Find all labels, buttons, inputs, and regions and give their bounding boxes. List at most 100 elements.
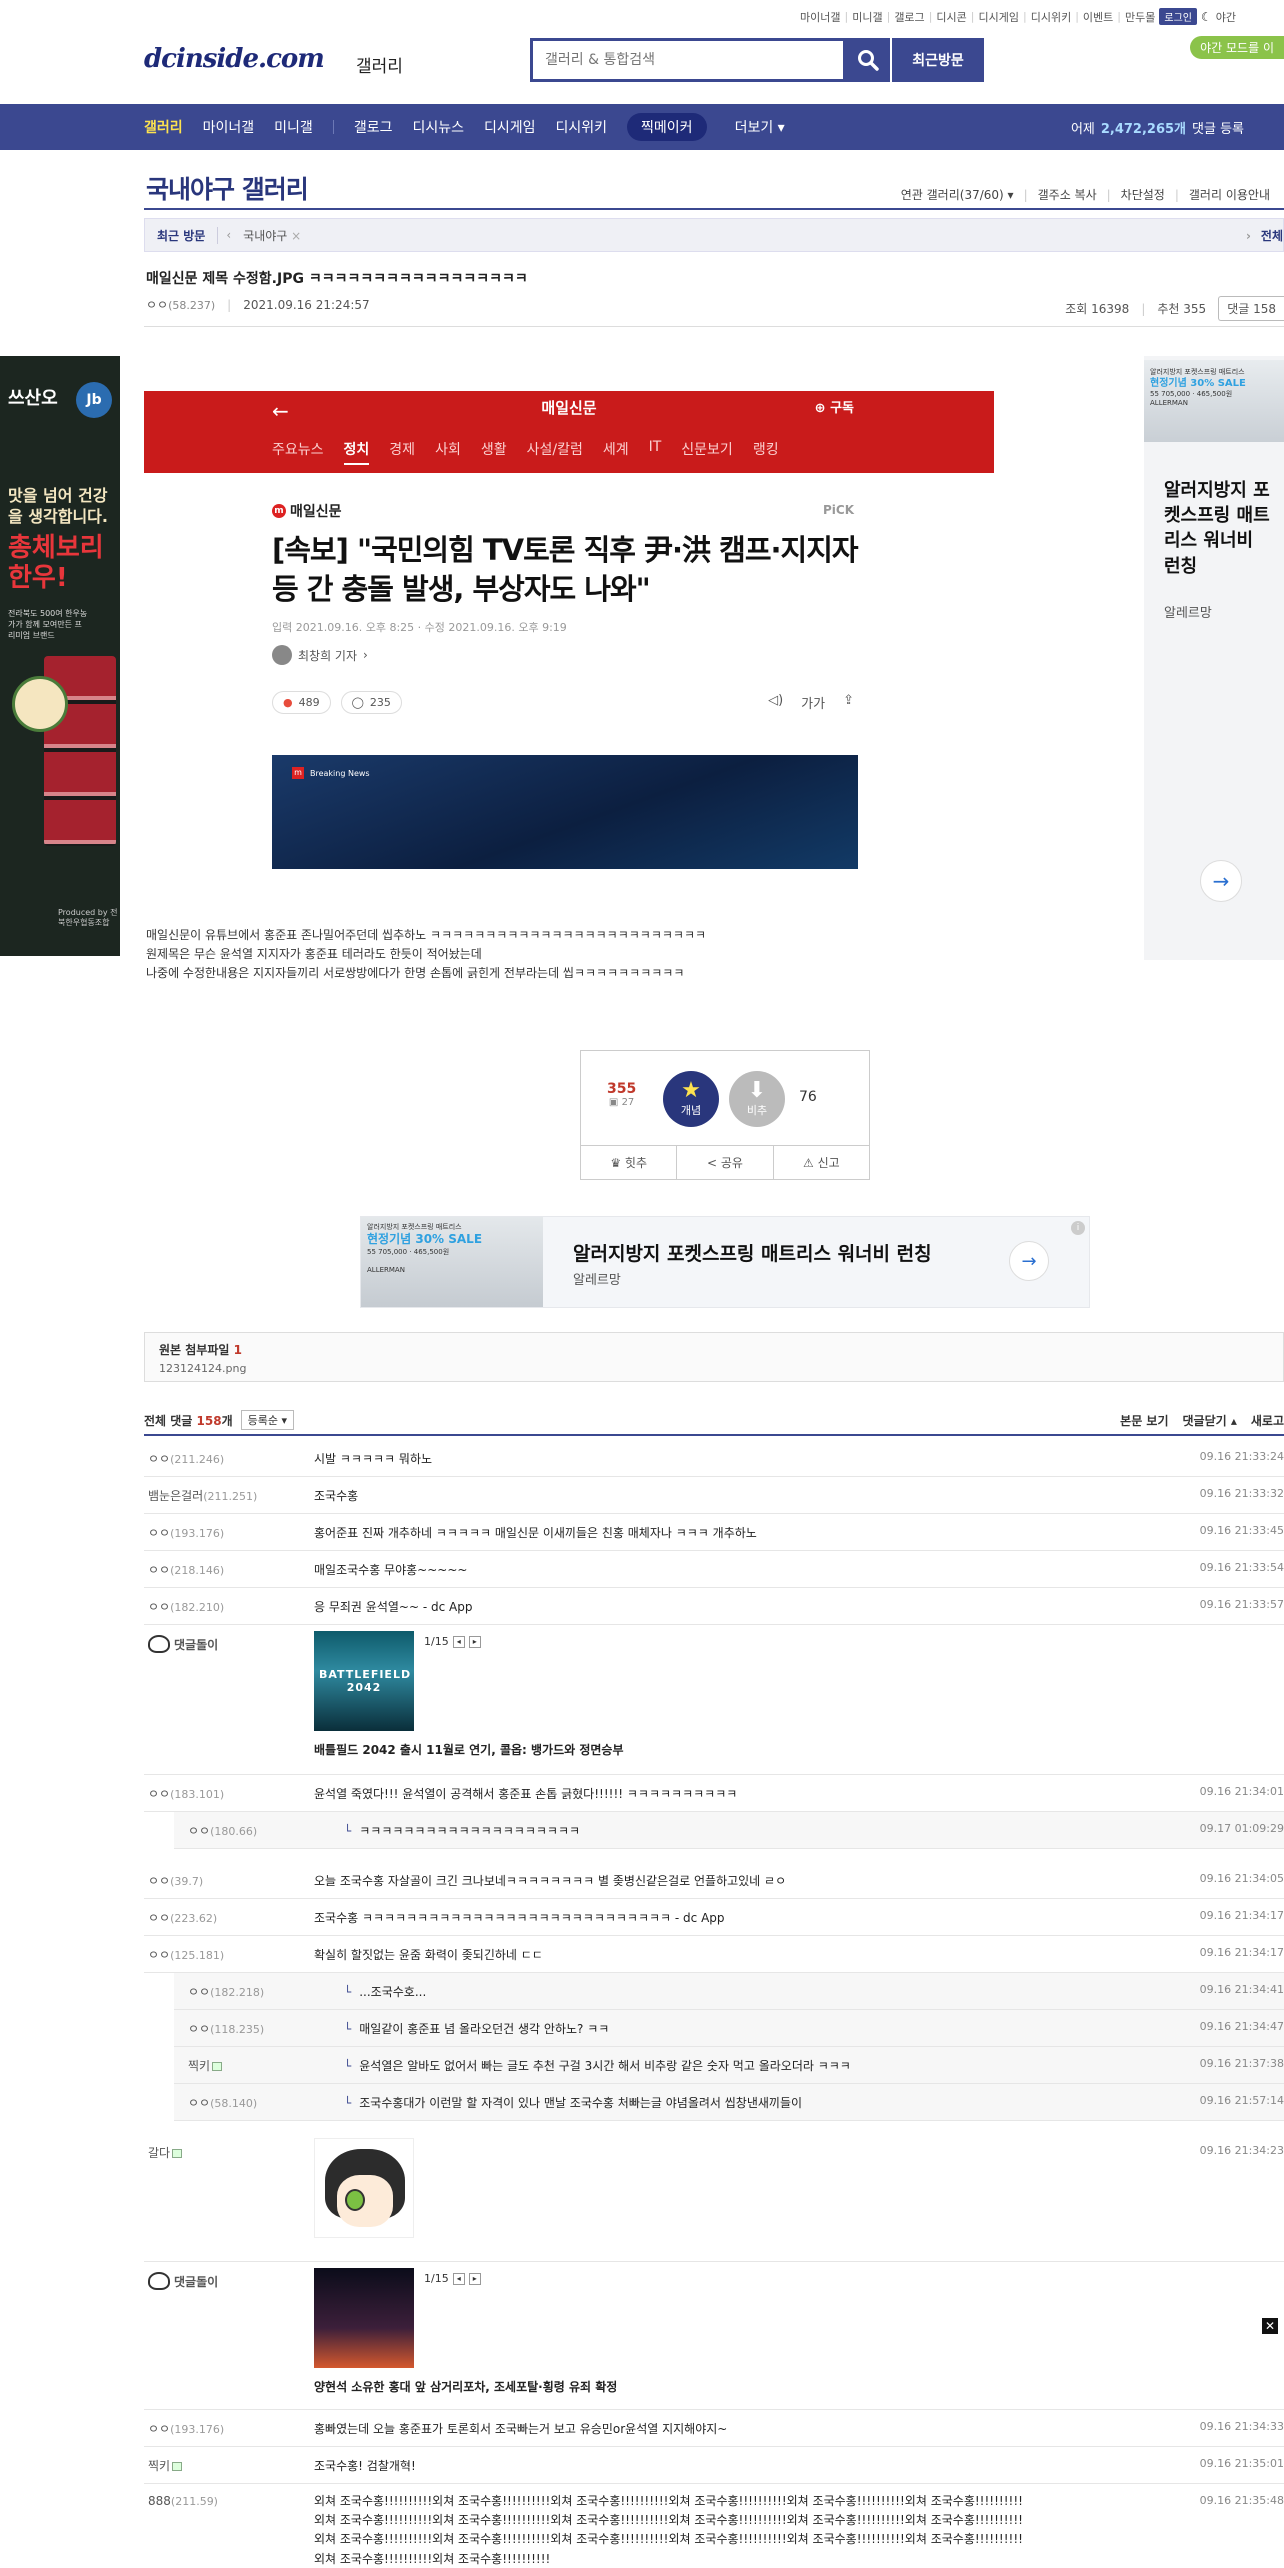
prev-icon[interactable]: ◂ [452,1635,465,1648]
hit-button[interactable]: ♛ 힛추 [581,1146,678,1179]
dcbot-caption[interactable]: 배틀필드 2042 출시 11월로 연기, 콜옵: 뱅가드와 정면승부 [314,1741,624,1758]
nick-text: ㅇㅇ [148,1452,171,1466]
related-gallery-link[interactable]: 연관 갤러리(37/60) ▾ [901,186,1014,203]
comment-nick[interactable]: 뱀눈은걸러(211.251) [148,1487,257,1504]
top-link-event[interactable]: 이벤트 [1083,9,1113,25]
search-input[interactable] [533,41,843,79]
refresh-comments-button[interactable]: 새로고 [1251,1412,1284,1429]
post-comments-button[interactable]: 댓글 158 [1218,296,1284,321]
left-ad-producer: Produced by 전북한우협동조합 [58,908,118,928]
dcbot-caption[interactable]: 양현석 소유한 홍대 앞 삼거리포차, 조세포탈·횡령 유죄 확정 [314,2378,617,2395]
post-body-line: 매일신문이 유튜브에서 홍준표 존나밀어주던데 씹추하노 ㅋㅋㅋㅋㅋㅋㅋㅋㅋㅋㅋ… [146,928,707,942]
nav-mini[interactable]: 미니갤 [274,117,313,137]
street-thumbnail[interactable] [314,2268,414,2368]
comment-nick[interactable]: ㅇㅇ(182.218) [188,1983,264,2000]
copy-address-link[interactable]: 갤주소 복사 [1038,186,1097,203]
dcbot-row: 댓글돌이 BATTLEFIELD 2042 1/15 ◂ ▸ 배틀필드 2042 출… [144,1625,1284,1775]
nav-gallery[interactable]: 갤러리 [144,117,183,137]
dcbot-nick: 댓글돌이 [148,1635,218,1653]
comment-nick[interactable]: ㅇㅇ(39.7) [148,1872,203,1889]
close-comments-button[interactable]: 댓글닫기 ▴ [1183,1412,1237,1429]
nav-dcgame[interactable]: 디시게임 [484,117,536,137]
info-icon[interactable]: i [1071,1221,1085,1235]
mid-ad-small: 알러지방지 포켓스프링 매트리스 현정기념 30% SALE 55 705,00… [367,1223,482,1275]
view-body-button[interactable]: 본문 보기 [1120,1412,1168,1429]
chevron-left-icon[interactable]: ‹ [218,228,231,242]
comment-nick[interactable]: ㅇㅇ(183.101) [148,1785,224,1802]
comment-nick[interactable]: 찍키 [148,2457,183,2474]
close-icon[interactable]: × [291,229,301,243]
top-link-dcwiki[interactable]: 디시위키 [1031,9,1071,25]
nav-more[interactable]: 더보기 ▾ [735,117,785,137]
recent-visit-button[interactable]: 최근방문 [892,38,984,82]
nick-ip: (183.101) [170,1788,225,1801]
comment-nick[interactable]: ㅇㅇ(118.235) [188,2020,264,2037]
comment-nick[interactable]: ㅇㅇ(223.62) [148,1909,217,1926]
comment-text: 홍빠였는데 오늘 홍준표가 토론회서 조국빠는거 보고 유승민or윤석열 지지해… [314,2422,728,2436]
gallery-guide-link[interactable]: 갤러리 이용안내 [1189,186,1270,203]
close-icon[interactable]: ✕ [1262,2318,1278,2334]
prev-icon[interactable]: ◂ [452,2272,465,2285]
nav-dcnews[interactable]: 디시뉴스 [412,117,464,137]
next-icon[interactable]: ▸ [468,1635,481,1648]
right-ad-brand-mark: ALLERMAN [1150,399,1188,408]
news-tab-politics: 정치 [343,439,370,465]
comment-header: 전체 댓글 158개 등록순 ▾ 본문 보기 댓글닫기 ▴ 새로고 [144,1406,1284,1436]
right-ad-banner[interactable]: 알러지방지 포켓스프링 매트리스 현정기념 30% SALE 55 705,00… [1144,356,1284,960]
share-button[interactable]: < 공유 [677,1146,774,1179]
battlefield-thumbnail[interactable]: BATTLEFIELD 2042 [314,1631,414,1731]
comment-nick[interactable]: ㅇㅇ(182.210) [148,1598,224,1615]
next-icon[interactable]: ▸ [468,2272,481,2285]
comment-nick[interactable]: ㅇㅇ(193.176) [148,2420,224,2437]
block-settings-link[interactable]: 차단설정 [1121,186,1165,203]
report-button[interactable]: ⚠ 신고 [774,1146,869,1179]
news-comment-count: 235 [369,696,391,709]
gallery-title[interactable]: 국내야구 갤러리 [146,170,309,206]
nav-minor[interactable]: 마이너갤 [203,117,255,137]
recent-tag[interactable]: 국내야구 × [231,227,313,244]
top-link-mandu[interactable]: 만두몰 [1125,9,1155,25]
comment-row: ㅇㅇ(125.181) 확실히 할짓없는 윤줌 화력이 좆되긴하네 ㄷㄷ 09.… [144,1936,1284,1973]
attachment-file[interactable]: 123124124.png [159,1362,1269,1375]
upvote-button[interactable]: ★ 개념 [663,1071,719,1127]
mid-ad-banner[interactable]: 알러지방지 포켓스프링 매트리스 현정기념 30% SALE 55 705,00… [360,1216,1090,1308]
left-ad-banner[interactable]: 쓰산오 Jb 맛을 넘어 건강을 생각합니다. 총체보리 한우! 전라북도 50… [0,356,120,956]
downvote-button[interactable]: ⬇ 비추 [729,1071,785,1127]
search-button[interactable] [846,38,890,82]
emoji-icon: ● [283,696,293,709]
comment-sort-select[interactable]: 등록순 ▾ [240,1410,295,1430]
comment-nick[interactable]: ㅇㅇ(180.66) [188,1822,257,1839]
nick-text: ㅇㅇ [188,2096,211,2110]
attachment-count: 1 [233,1343,242,1357]
post-author[interactable]: ㅇㅇ(58.237) [146,296,215,313]
comment-nick[interactable]: ㅇㅇ(193.176) [148,1524,224,1541]
logo-gallery-label[interactable]: 갤러리 [356,52,403,77]
comment-time: 09.16 21:34:17 [1199,1909,1284,1922]
recent-more[interactable]: › 전체 [1246,227,1283,244]
night-mode-button[interactable]: 야간 모드를 이 [1190,36,1284,59]
top-link-gallog[interactable]: 갤로그 [894,9,924,25]
arrow-right-icon[interactable]: → [1009,1241,1049,1281]
top-link-dccon[interactable]: 디시콘 [936,9,966,25]
night-toggle-label[interactable]: 야간 [1216,9,1236,25]
mid-ad-sale: 현정기념 30% SALE [367,1232,483,1247]
comment-text-line: 외쳐 조국수홍!!!!!!!!!!외쳐 조국수홍!!!!!!!!!!외쳐 조국수… [314,2494,1023,2508]
comment-nick[interactable]: ㅇㅇ(58.140) [188,2094,257,2111]
login-button[interactable]: 로그인 [1159,8,1197,25]
comment-nick[interactable]: 찍키 [188,2057,223,2074]
site-logo[interactable]: dcinside.com [144,44,325,74]
comment-nick[interactable]: 888(211.59) [148,2494,218,2508]
nav-dcwiki[interactable]: 디시위키 [556,117,608,137]
moon-icon[interactable]: ☾ [1201,10,1212,24]
chevron-down-icon: ▾ [777,120,785,136]
top-link-minor[interactable]: 마이너갤 [800,9,840,25]
nav-gallog[interactable]: 갤로그 [354,117,393,137]
comment-nick[interactable]: ㅇㅇ(218.146) [148,1561,224,1578]
top-link-mini[interactable]: 미니갤 [852,9,882,25]
top-link-dcgame[interactable]: 디시게임 [979,9,1019,25]
comment-nick[interactable]: ㅇㅇ(125.181) [148,1946,224,1963]
comment-nick[interactable]: ㅇㅇ(211.246) [148,1450,224,1467]
nav-maker[interactable]: 찍메이커 [627,113,707,141]
comment-nick[interactable]: 갈다 [148,2144,183,2161]
arrow-right-icon[interactable]: → [1200,860,1242,902]
